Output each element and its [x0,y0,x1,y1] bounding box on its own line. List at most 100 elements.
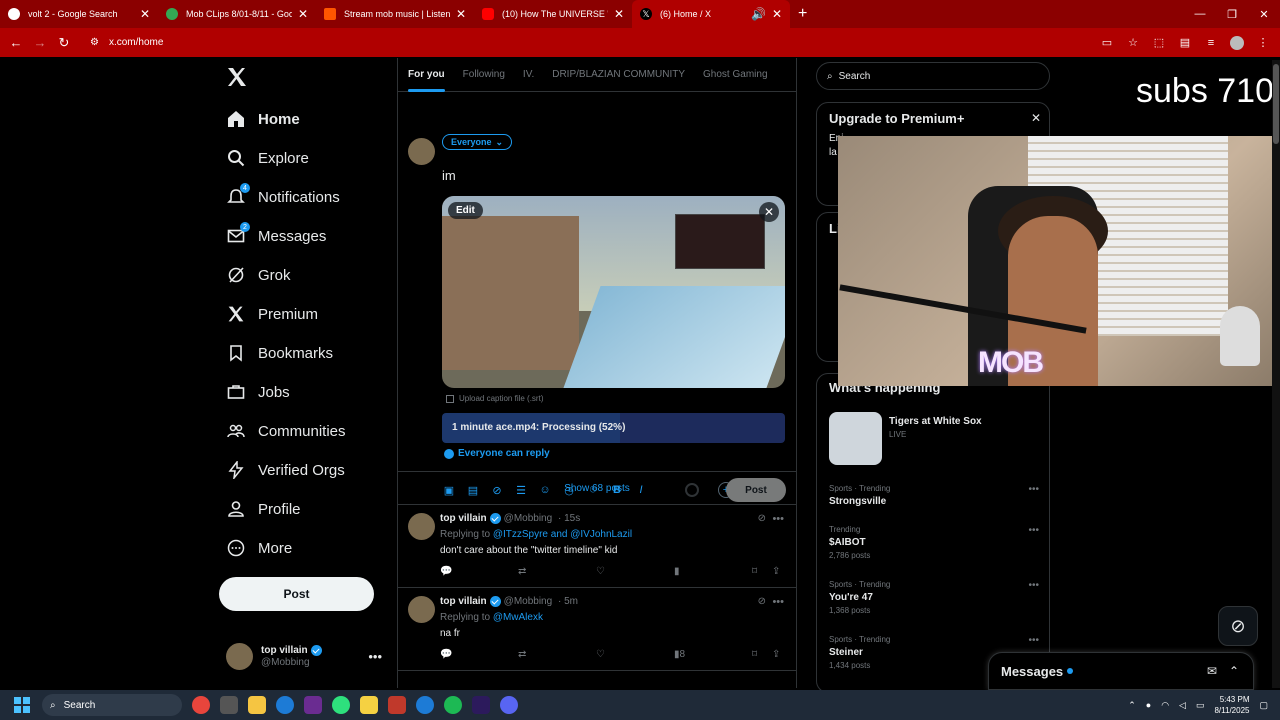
edge-icon[interactable] [276,696,294,714]
close-icon[interactable]: ✕ [140,7,150,21]
extensions-icon[interactable]: ⬚ [1152,36,1166,50]
folder-icon[interactable] [248,696,266,714]
taskbar-search[interactable]: ⌕ Search [42,694,182,716]
tweet[interactable]: top villain @Mobbing · 5m ⊘ ••• Replying … [398,588,796,671]
italic-icon[interactable]: I [634,483,648,497]
mention-link[interactable]: @MwAlexk [493,612,543,623]
star-icon[interactable]: ☆ [1126,36,1140,50]
forward-button[interactable]: → [28,35,52,50]
sidebar-item-notifications[interactable]: 4 Notifications [226,182,340,212]
new-tab-button[interactable]: + [798,5,807,23]
close-icon[interactable]: ✕ [614,7,624,21]
notifications-icon[interactable]: ▢ [1259,700,1268,711]
image-icon[interactable]: ▣ [442,483,456,497]
more-options-icon[interactable]: ••• [368,649,382,664]
premiere-icon[interactable] [472,696,490,714]
reply-icon[interactable]: 💬 [440,649,452,660]
avatar[interactable] [408,513,435,540]
tab-drip-blazian[interactable]: DRIP/BLAZIAN COMMUNITY [552,58,685,92]
tab-for-you[interactable]: For you [408,58,445,92]
close-icon[interactable]: ✕ [456,7,466,21]
trend-item[interactable]: Sports · Trending You're 47 1,368 posts ••• [829,580,1039,615]
compose-text[interactable]: im [442,168,456,183]
media-icon[interactable]: ≡ [1204,36,1218,50]
audience-selector[interactable]: Everyone ⌄ [442,134,513,150]
sidebar-item-bookmarks[interactable]: Bookmarks [226,338,333,368]
trend-item[interactable]: Trending $AIBOT 2,786 posts ••• [829,525,1039,560]
browser-tab[interactable]: volt 2 - Google Search ✕ [0,0,158,28]
tab-following[interactable]: Following [463,58,505,92]
messages-drawer[interactable]: Messages ✉ ⌃ [988,652,1254,690]
more-options-icon[interactable]: ••• [1028,484,1039,495]
back-button[interactable]: ← [4,35,28,50]
browser-tab-active[interactable]: 𝕏 (6) Home / X 🔊 ✕ [632,0,790,28]
mention-link[interactable]: @ITzzSpyre and @IVJohnLazil [493,529,632,540]
reply-icon[interactable]: 💬 [440,566,452,577]
new-message-icon[interactable]: ✉ [1207,664,1217,678]
sidebar-item-premium[interactable]: Premium [226,299,318,329]
compose-post-button[interactable]: Post [726,478,786,502]
post-button[interactable]: Post [219,577,374,611]
bold-icon[interactable]: B [610,483,624,497]
menu-icon[interactable]: ⋮ [1256,36,1270,50]
sidebar-item-communities[interactable]: Communities [226,416,346,446]
sidebar-item-home[interactable]: Home [226,104,300,134]
sidebar-icon[interactable]: ▤ [1178,36,1192,50]
reply-settings[interactable]: Everyone can reply [444,448,550,459]
site-info-icon[interactable]: ⚙ [90,37,99,48]
browser-tab[interactable]: Mob CLips 8/01-8/11 - Google✕ [158,0,316,28]
close-window-button[interactable]: ✕ [1248,8,1280,21]
schedule-icon[interactable]: ◷ [562,483,576,497]
like-icon[interactable]: ♡ [596,566,605,577]
share-icon[interactable]: ⇪ [772,649,780,660]
upload-caption-link[interactable]: Upload caption file (.srt) [446,394,543,403]
views-icon[interactable]: ▮ 8 [674,649,685,660]
settings-icon[interactable] [220,696,238,714]
sidebar-item-grok[interactable]: Grok [226,260,291,290]
sidebar-item-jobs[interactable]: Jobs [226,377,290,407]
minimize-button[interactable]: — [1184,8,1216,20]
sidebar-item-verified-orgs[interactable]: Verified Orgs [226,455,345,485]
emoji-icon[interactable]: ☺ [538,483,552,497]
views-icon[interactable]: ▮ [674,566,680,577]
retweet-icon[interactable]: ⇄ [518,566,526,577]
speaker-icon[interactable]: 🔊 [751,7,766,21]
notes-icon[interactable] [360,696,378,714]
account-switcher[interactable]: top villain @Mobbing ••• [226,643,386,670]
capture-icon[interactable] [388,696,406,714]
like-icon[interactable]: ♡ [596,649,605,660]
bookmark-icon[interactable]: ⌑ [752,566,757,577]
grok-fab-icon[interactable]: ⊘ [1218,606,1258,646]
more-options-icon[interactable]: ••• [772,513,784,525]
discord-icon[interactable] [500,696,518,714]
close-icon[interactable]: ✕ [1031,111,1041,125]
install-icon[interactable]: ▭ [1100,36,1114,50]
trend-item[interactable]: Sports · Trending Strongsville ••• [829,484,1039,507]
chevron-up-icon[interactable]: ⌃ [1128,700,1136,711]
poll-icon[interactable]: ☰ [514,483,528,497]
location-icon[interactable]: ⌾ [586,483,600,497]
live-event-image[interactable] [829,412,882,465]
clock[interactable]: 5:43 PM 8/11/2025 [1214,694,1249,716]
page-scrollbar[interactable] [1272,60,1280,688]
browser-profile-avatar[interactable] [1230,35,1244,50]
volume-icon[interactable]: ◁ [1179,700,1186,711]
sidebar-item-explore[interactable]: Explore [226,143,309,173]
more-options-icon[interactable]: ••• [772,596,784,608]
more-options-icon[interactable]: ••• [1028,525,1039,536]
close-icon[interactable]: ✕ [772,7,782,21]
spotify-icon[interactable] [444,696,462,714]
tab-ghost-gaming[interactable]: Ghost Gaming [703,58,767,92]
nzxt-icon[interactable] [304,696,322,714]
retweet-icon[interactable]: ⇄ [518,649,526,660]
reload-button[interactable]: ↻ [52,35,76,51]
wifi-icon[interactable]: ◠ [1161,700,1169,711]
battery-icon[interactable]: ▭ [1196,700,1205,711]
sidebar-item-profile[interactable]: Profile [226,494,301,524]
bookmark-icon[interactable]: ⌑ [752,649,757,660]
avatar[interactable] [408,596,435,623]
tab-iv[interactable]: IV. [523,58,534,92]
windows-start-icon[interactable] [14,697,30,713]
tweet-author[interactable]: top villain [440,596,487,607]
razer-icon[interactable] [332,696,350,714]
